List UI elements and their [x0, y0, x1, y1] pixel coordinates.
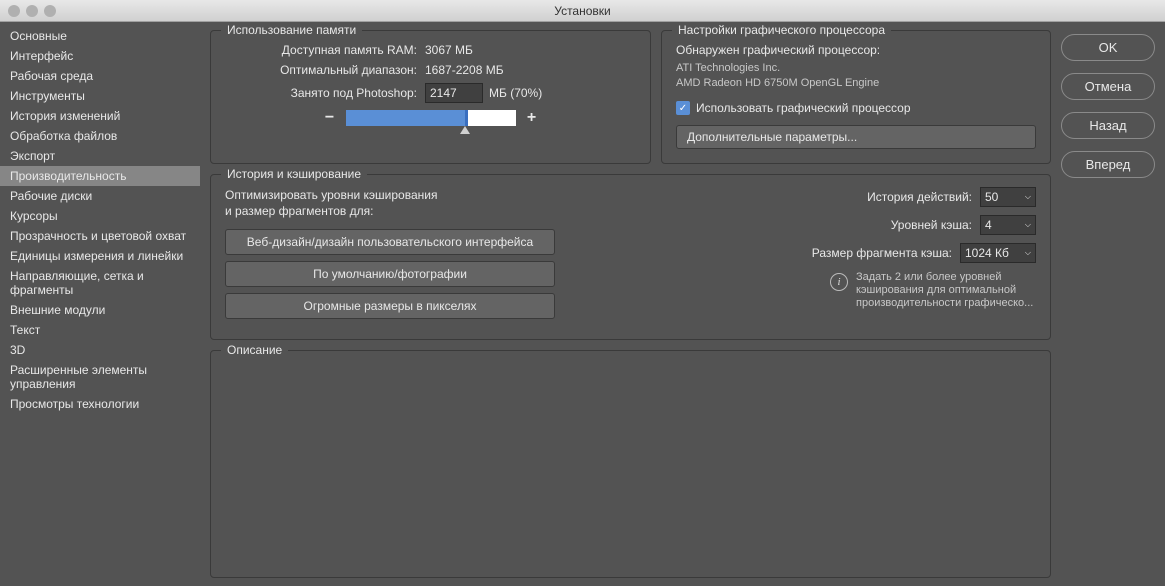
cache-hint: Оптимизировать уровни кэширования и разм…: [225, 187, 565, 219]
preset-web-ui-button[interactable]: Веб-дизайн/дизайн пользовательского инте…: [225, 229, 555, 255]
sidebar-item[interactable]: Текст: [0, 320, 200, 340]
available-ram-value: 3067 МБ: [425, 43, 473, 57]
minimize-window-button[interactable]: [26, 5, 38, 17]
sidebar-item[interactable]: Основные: [0, 26, 200, 46]
gpu-advanced-button[interactable]: Дополнительные параметры...: [676, 125, 1036, 149]
description-legend: Описание: [221, 343, 288, 357]
cache-levels-value: 4: [985, 218, 992, 232]
sidebar-item[interactable]: Рабочая среда: [0, 66, 200, 86]
chevron-down-icon: ⌵: [1025, 192, 1031, 202]
memory-slider-fill: [346, 110, 465, 126]
dialog-buttons: OK Отмена Назад Вперед: [1061, 30, 1155, 578]
used-by-ps-input[interactable]: [425, 83, 483, 103]
sidebar-item[interactable]: Внешние модули: [0, 300, 200, 320]
forward-button[interactable]: Вперед: [1061, 151, 1155, 178]
memory-panel: Использование памяти Доступная память RA…: [210, 30, 651, 164]
gpu-detected-label: Обнаружен графический процессор:: [676, 43, 1036, 57]
used-by-ps-suffix: МБ (70%): [489, 86, 542, 100]
preset-huge-pixels-button[interactable]: Огромные размеры в пикселях: [225, 293, 555, 319]
cache-info-row: i Задать 2 или более уровней кэширования…: [585, 271, 1036, 310]
history-right: История действий: 50 ⌵ Уровней кэша: 4 ⌵: [585, 187, 1036, 325]
history-states-label: История действий:: [867, 190, 972, 204]
gpu-panel: Настройки графического процессора Обнару…: [661, 30, 1051, 164]
info-icon: i: [830, 273, 848, 291]
titlebar: Установки: [0, 0, 1165, 22]
ideal-range-value: 1687-2208 МБ: [425, 63, 504, 77]
chevron-down-icon: ⌵: [1025, 220, 1031, 230]
sidebar-item[interactable]: Рабочие диски: [0, 186, 200, 206]
cache-levels-label: Уровней кэша:: [891, 218, 972, 232]
history-cache-panel: История и кэширование Оптимизировать уро…: [210, 174, 1051, 340]
chevron-down-icon: ⌵: [1025, 248, 1031, 258]
memory-increase-button[interactable]: +: [524, 109, 540, 127]
zoom-window-button[interactable]: [44, 5, 56, 17]
history-states-value: 50: [985, 190, 998, 204]
sidebar-item[interactable]: Инструменты: [0, 86, 200, 106]
memory-legend: Использование памяти: [221, 23, 362, 37]
sidebar-item[interactable]: Просмотры технологии: [0, 394, 200, 414]
sidebar-item[interactable]: Экспорт: [0, 146, 200, 166]
sidebar: ОсновныеИнтерфейсРабочая средаИнструмент…: [0, 22, 200, 586]
cache-info-text: Задать 2 или более уровней кэширования д…: [856, 271, 1036, 310]
main-panels: Использование памяти Доступная память RA…: [210, 30, 1051, 578]
window-title: Установки: [554, 4, 610, 18]
used-by-ps-label: Занято под Photoshop:: [225, 86, 425, 100]
content: ОсновныеИнтерфейсРабочая средаИнструмент…: [0, 22, 1165, 586]
memory-decrease-button[interactable]: −: [322, 109, 338, 127]
sidebar-item[interactable]: 3D: [0, 340, 200, 360]
history-states-dropdown[interactable]: 50 ⌵: [980, 187, 1036, 207]
memory-slider-row: − +: [225, 109, 636, 127]
back-button[interactable]: Назад: [1061, 112, 1155, 139]
use-gpu-row: ✓ Использовать графический процессор: [676, 101, 1036, 115]
main-area: Использование памяти Доступная память RA…: [200, 22, 1165, 586]
sidebar-item[interactable]: Расширенные элементы управления: [0, 360, 200, 394]
history-legend: История и кэширование: [221, 167, 367, 181]
cache-tile-label: Размер фрагмента кэша:: [812, 246, 952, 260]
cache-levels-dropdown[interactable]: 4 ⌵: [980, 215, 1036, 235]
window-controls: [8, 5, 56, 17]
close-window-button[interactable]: [8, 5, 20, 17]
memory-slider-thumb[interactable]: [460, 126, 470, 134]
gpu-device: AMD Radeon HD 6750M OpenGL Engine: [676, 76, 1036, 91]
use-gpu-checkbox[interactable]: ✓: [676, 101, 690, 115]
sidebar-item[interactable]: Прозрачность и цветовой охват: [0, 226, 200, 246]
gpu-legend: Настройки графического процессора: [672, 23, 891, 37]
gpu-vendor: ATI Technologies Inc.: [676, 61, 1036, 76]
sidebar-item[interactable]: Курсоры: [0, 206, 200, 226]
use-gpu-label: Использовать графический процессор: [696, 101, 911, 115]
cache-tile-value: 1024 Кб: [965, 246, 1009, 260]
memory-slider[interactable]: [346, 110, 516, 126]
ok-button[interactable]: OK: [1061, 34, 1155, 61]
cancel-button[interactable]: Отмена: [1061, 73, 1155, 100]
cache-tile-dropdown[interactable]: 1024 Кб ⌵: [960, 243, 1036, 263]
sidebar-item[interactable]: Направляющие, сетка и фрагменты: [0, 266, 200, 300]
description-panel: Описание: [210, 350, 1051, 578]
sidebar-item[interactable]: Обработка файлов: [0, 126, 200, 146]
sidebar-item[interactable]: Производительность: [0, 166, 200, 186]
history-left: Оптимизировать уровни кэширования и разм…: [225, 187, 565, 325]
ideal-range-label: Оптимальный диапазон:: [225, 63, 425, 77]
sidebar-item[interactable]: Интерфейс: [0, 46, 200, 66]
preset-default-photo-button[interactable]: По умолчанию/фотографии: [225, 261, 555, 287]
sidebar-item[interactable]: История изменений: [0, 106, 200, 126]
sidebar-item[interactable]: Единицы измерения и линейки: [0, 246, 200, 266]
top-row: Использование памяти Доступная память RA…: [210, 30, 1051, 164]
available-ram-label: Доступная память RAM:: [225, 43, 425, 57]
